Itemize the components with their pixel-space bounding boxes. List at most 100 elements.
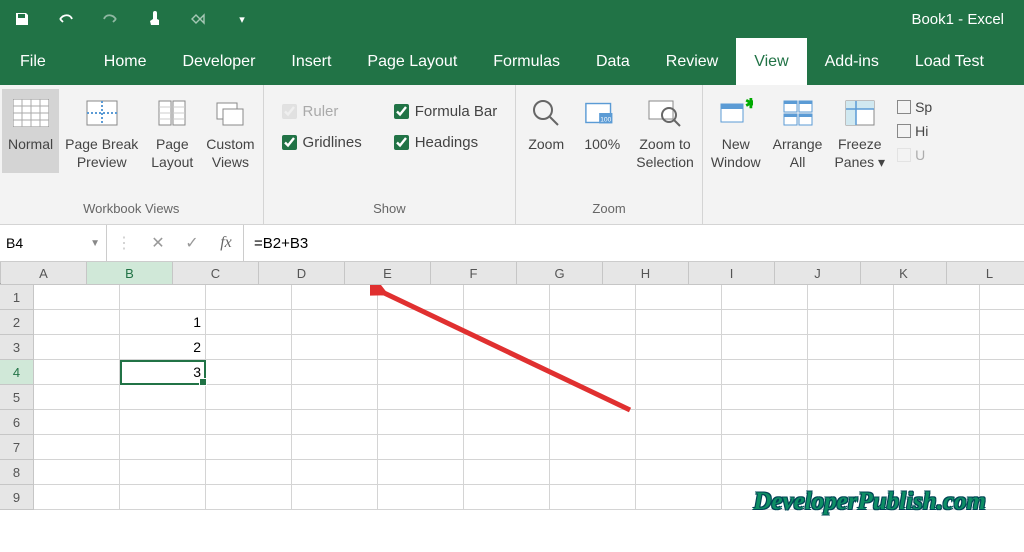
tab-home[interactable]: Home: [86, 38, 165, 85]
cell[interactable]: [980, 485, 1024, 510]
cell[interactable]: [34, 285, 120, 310]
new-window-button[interactable]: ✱ New Window: [705, 89, 767, 173]
cell[interactable]: [894, 360, 980, 385]
cell[interactable]: [550, 385, 636, 410]
cell[interactable]: [894, 485, 980, 510]
cell[interactable]: [722, 285, 808, 310]
cell[interactable]: [206, 285, 292, 310]
cell[interactable]: [808, 360, 894, 385]
cell[interactable]: [894, 285, 980, 310]
cell[interactable]: [722, 310, 808, 335]
cell[interactable]: [550, 285, 636, 310]
cell[interactable]: [980, 285, 1024, 310]
zoom-100-button[interactable]: 100 100%: [574, 89, 630, 173]
row-header[interactable]: 3: [0, 335, 34, 360]
tab-formulas[interactable]: Formulas: [475, 38, 578, 85]
cell[interactable]: [464, 335, 550, 360]
page-break-preview-button[interactable]: Page Break Preview: [59, 89, 144, 173]
cell[interactable]: [464, 410, 550, 435]
cell[interactable]: [464, 385, 550, 410]
cell[interactable]: 1: [120, 310, 206, 335]
cell[interactable]: [722, 360, 808, 385]
tab-addins[interactable]: Add-ins: [807, 38, 897, 85]
cell[interactable]: [636, 435, 722, 460]
cell[interactable]: [34, 410, 120, 435]
undo-icon[interactable]: [54, 7, 78, 31]
cell[interactable]: [722, 410, 808, 435]
cell[interactable]: [722, 460, 808, 485]
cell[interactable]: [292, 435, 378, 460]
cell[interactable]: [980, 335, 1024, 360]
normal-view-button[interactable]: Normal: [2, 89, 59, 173]
cell[interactable]: [378, 460, 464, 485]
redo-icon[interactable]: [98, 7, 122, 31]
column-header[interactable]: L: [947, 262, 1024, 284]
cell[interactable]: [636, 485, 722, 510]
formula-options-icon[interactable]: ⋮: [107, 233, 141, 253]
cell[interactable]: [550, 435, 636, 460]
cell[interactable]: [292, 360, 378, 385]
cell[interactable]: [636, 385, 722, 410]
column-header[interactable]: G: [517, 262, 603, 284]
cell[interactable]: [206, 385, 292, 410]
column-header[interactable]: H: [603, 262, 689, 284]
column-header[interactable]: C: [173, 262, 259, 284]
column-header[interactable]: I: [689, 262, 775, 284]
cell[interactable]: [464, 310, 550, 335]
cell[interactable]: [550, 460, 636, 485]
cell[interactable]: [894, 335, 980, 360]
cell[interactable]: [894, 460, 980, 485]
row-header[interactable]: 4: [0, 360, 34, 385]
gridlines-checkbox[interactable]: Gridlines: [282, 134, 362, 151]
row-header[interactable]: 5: [0, 385, 34, 410]
cell[interactable]: [292, 485, 378, 510]
cell[interactable]: [464, 485, 550, 510]
cell[interactable]: [808, 335, 894, 360]
cell[interactable]: [550, 485, 636, 510]
name-box[interactable]: ▼: [0, 225, 107, 261]
customize-qat-icon[interactable]: ▾: [230, 7, 254, 31]
cell[interactable]: [464, 435, 550, 460]
headings-checkbox[interactable]: Headings: [394, 134, 498, 151]
column-header[interactable]: F: [431, 262, 517, 284]
tab-insert[interactable]: Insert: [273, 38, 349, 85]
cell[interactable]: [636, 360, 722, 385]
insert-function-icon[interactable]: fx: [209, 234, 243, 252]
cell[interactable]: [808, 385, 894, 410]
cell[interactable]: [808, 460, 894, 485]
cancel-formula-icon[interactable]: ✕: [141, 233, 175, 253]
cell[interactable]: [206, 360, 292, 385]
cells-area[interactable]: 123: [34, 285, 1024, 510]
tab-data[interactable]: Data: [578, 38, 648, 85]
cell[interactable]: [378, 335, 464, 360]
cell[interactable]: [636, 335, 722, 360]
cell[interactable]: [980, 360, 1024, 385]
hide-button[interactable]: Hi: [897, 123, 932, 139]
cell[interactable]: [894, 385, 980, 410]
cell[interactable]: [464, 360, 550, 385]
cell[interactable]: [808, 285, 894, 310]
tab-file[interactable]: File: [0, 38, 66, 85]
freeze-panes-button[interactable]: Freeze Panes ▾: [828, 89, 891, 173]
ruler-checkbox[interactable]: Ruler: [282, 103, 362, 120]
cell[interactable]: [120, 460, 206, 485]
cell[interactable]: [894, 310, 980, 335]
cell[interactable]: 3: [120, 360, 206, 385]
cell[interactable]: [206, 410, 292, 435]
column-header[interactable]: J: [775, 262, 861, 284]
cell[interactable]: [722, 485, 808, 510]
tab-developer[interactable]: Developer: [164, 38, 273, 85]
cell[interactable]: [378, 435, 464, 460]
formula-bar-checkbox[interactable]: Formula Bar: [394, 103, 498, 120]
cell[interactable]: [808, 410, 894, 435]
row-header[interactable]: 7: [0, 435, 34, 460]
cell[interactable]: [292, 335, 378, 360]
column-header[interactable]: K: [861, 262, 947, 284]
cell[interactable]: [378, 410, 464, 435]
row-header[interactable]: 1: [0, 285, 34, 310]
cell[interactable]: [34, 360, 120, 385]
cell[interactable]: [808, 435, 894, 460]
cell[interactable]: [292, 285, 378, 310]
cell[interactable]: [464, 285, 550, 310]
cell[interactable]: [722, 335, 808, 360]
